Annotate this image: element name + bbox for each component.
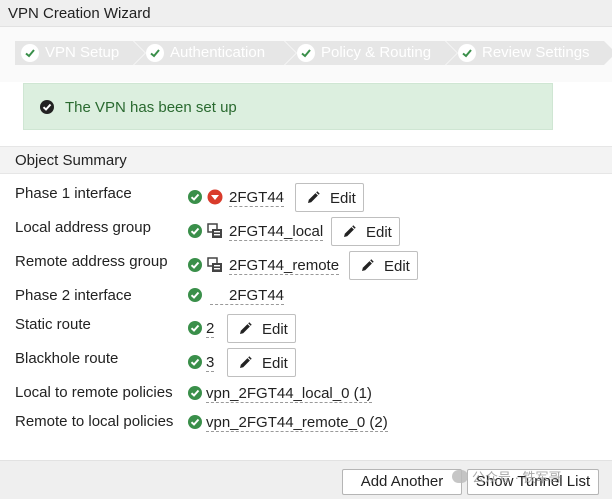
step-check-icon xyxy=(21,44,39,62)
success-check-icon xyxy=(188,224,202,238)
address-group-icon xyxy=(207,223,222,238)
edit-label: Edit xyxy=(384,258,410,275)
success-check-icon xyxy=(188,386,202,400)
add-another-button[interactable]: Add Another xyxy=(342,469,462,495)
success-check-icon xyxy=(188,415,202,429)
pencil-icon xyxy=(240,356,252,368)
wizard-steps-bar: VPN Setup Authentication Policy & Routin… xyxy=(0,27,612,82)
success-check-icon xyxy=(188,321,202,335)
row-label-local-to-remote-policies: Local to remote policies xyxy=(15,384,173,401)
remote-to-local-policy-link[interactable]: vpn_2FGT44_remote_0 (2) xyxy=(206,414,388,432)
object-summary-header: Object Summary xyxy=(0,146,612,174)
tunnel-down-icon xyxy=(207,189,223,205)
step-check-icon xyxy=(146,44,164,62)
row-label-blackhole-route: Blackhole route xyxy=(15,350,119,367)
object-summary-panel: Object Summary Phase 1 interface 2FGT44 … xyxy=(0,146,612,460)
phase2-interface-value: 2FGT44 xyxy=(210,287,285,305)
check-circle-icon xyxy=(40,100,54,119)
success-check-icon xyxy=(188,355,202,369)
success-check-icon xyxy=(188,258,202,272)
window-title: VPN Creation Wizard xyxy=(8,5,151,22)
step-check-icon xyxy=(297,44,315,62)
blackhole-route-count-link[interactable]: 3 xyxy=(206,354,215,372)
row-label-phase1-interface: Phase 1 interface xyxy=(15,185,132,202)
wizard-step-review-settings: Review Settings xyxy=(446,41,612,65)
edit-label: Edit xyxy=(366,224,392,241)
edit-label: Edit xyxy=(262,355,288,372)
step-label: Review Settings xyxy=(482,44,590,61)
remote-address-group-link[interactable]: 2FGT44_remote xyxy=(229,257,340,275)
row-label-phase2-interface: Phase 2 interface xyxy=(15,287,132,304)
local-to-remote-policy-link[interactable]: vpn_2FGT44_local_0 (1) xyxy=(206,385,372,403)
pencil-icon xyxy=(362,259,374,271)
row-label-local-address-group: Local address group xyxy=(15,219,151,236)
phase1-edit-button[interactable]: Edit xyxy=(295,183,364,212)
local-address-group-edit-button[interactable]: Edit xyxy=(331,217,400,246)
phase1-interface-link[interactable]: 2FGT44 xyxy=(229,189,285,207)
pencil-icon xyxy=(240,322,252,334)
edit-label: Edit xyxy=(330,190,356,207)
object-summary-title: Object Summary xyxy=(15,152,127,169)
address-group-icon xyxy=(207,257,222,272)
static-route-count-link[interactable]: 2 xyxy=(206,320,215,338)
pencil-icon xyxy=(308,191,320,203)
wizard-step-policy-routing: Policy & Routing xyxy=(285,41,457,65)
edit-label: Edit xyxy=(262,321,288,338)
wizard-step-authentication: Authentication xyxy=(134,41,296,65)
wechat-icon xyxy=(452,470,468,483)
row-label-remote-to-local-policies: Remote to local policies xyxy=(15,413,174,430)
success-check-icon xyxy=(188,288,202,302)
local-address-group-link[interactable]: 2FGT44_local xyxy=(229,223,324,241)
success-banner: The VPN has been set up xyxy=(23,83,553,130)
step-check-icon xyxy=(458,44,476,62)
remote-address-group-edit-button[interactable]: Edit xyxy=(349,251,418,280)
window-title-bar: VPN Creation Wizard xyxy=(0,0,612,27)
success-check-icon xyxy=(188,190,202,204)
step-label: VPN Setup xyxy=(45,44,120,61)
pencil-icon xyxy=(344,225,356,237)
step-label: Authentication xyxy=(170,44,266,61)
static-route-edit-button[interactable]: Edit xyxy=(227,314,296,343)
blackhole-route-edit-button[interactable]: Edit xyxy=(227,348,296,377)
row-label-remote-address-group: Remote address group xyxy=(15,253,168,270)
wizard-step-vpn-setup: VPN Setup xyxy=(15,41,145,65)
watermark: 公众号 · 铁军哥 xyxy=(452,467,562,486)
step-label: Policy & Routing xyxy=(321,44,432,61)
row-label-static-route: Static route xyxy=(15,316,91,333)
watermark-text: 公众号 · 铁军哥 xyxy=(472,470,562,485)
success-message: The VPN has been set up xyxy=(65,99,237,116)
